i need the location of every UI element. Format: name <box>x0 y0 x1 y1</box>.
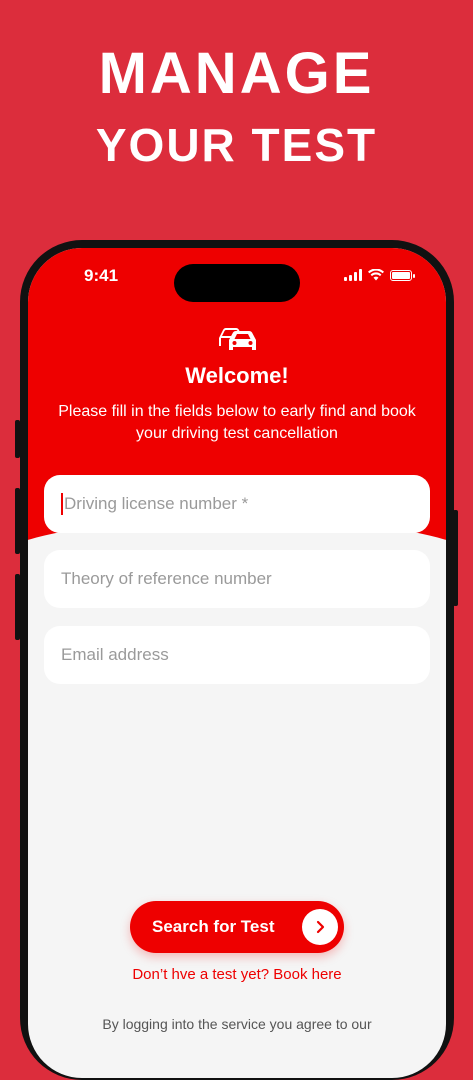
phone-side-button <box>15 488 20 554</box>
search-button-label: Search for Test <box>152 917 275 936</box>
phone-side-button <box>15 574 20 640</box>
book-test-link[interactable]: Don’t hve a test yet? Book here <box>28 966 446 983</box>
battery-icon <box>390 269 415 281</box>
status-icons <box>344 269 415 281</box>
search-for-test-button[interactable]: Search for Test <box>130 901 344 953</box>
arrow-right-icon <box>302 909 338 945</box>
license-number-placeholder: Driving license number * <box>64 494 249 513</box>
welcome-subtitle: Please fill in the fields below to early… <box>58 403 416 442</box>
phone-power-button <box>453 510 458 606</box>
wifi-icon <box>368 269 384 281</box>
cars-icon <box>219 328 256 350</box>
legal-text: By logging into the service you agree to… <box>102 1016 372 1032</box>
dynamic-island <box>174 264 300 302</box>
email-input[interactable]: Email address <box>44 626 430 684</box>
status-time: 9:41 <box>84 266 119 285</box>
email-placeholder: Email address <box>61 645 169 664</box>
app-screen: 9:41 Welcome! Please fill in the fields … <box>28 248 446 1078</box>
phone-side-button <box>15 420 20 458</box>
promo-headline-line1: MANAGE <box>98 41 375 106</box>
promo-headline-line2: YOUR TEST <box>95 119 378 171</box>
text-cursor <box>61 493 63 515</box>
welcome-title: Welcome! <box>185 363 289 388</box>
theory-reference-input[interactable]: Theory of reference number <box>44 550 430 608</box>
signal-icon <box>344 269 362 281</box>
license-number-input[interactable]: Driving license number * <box>44 475 430 533</box>
theory-reference-placeholder: Theory of reference number <box>61 569 272 588</box>
